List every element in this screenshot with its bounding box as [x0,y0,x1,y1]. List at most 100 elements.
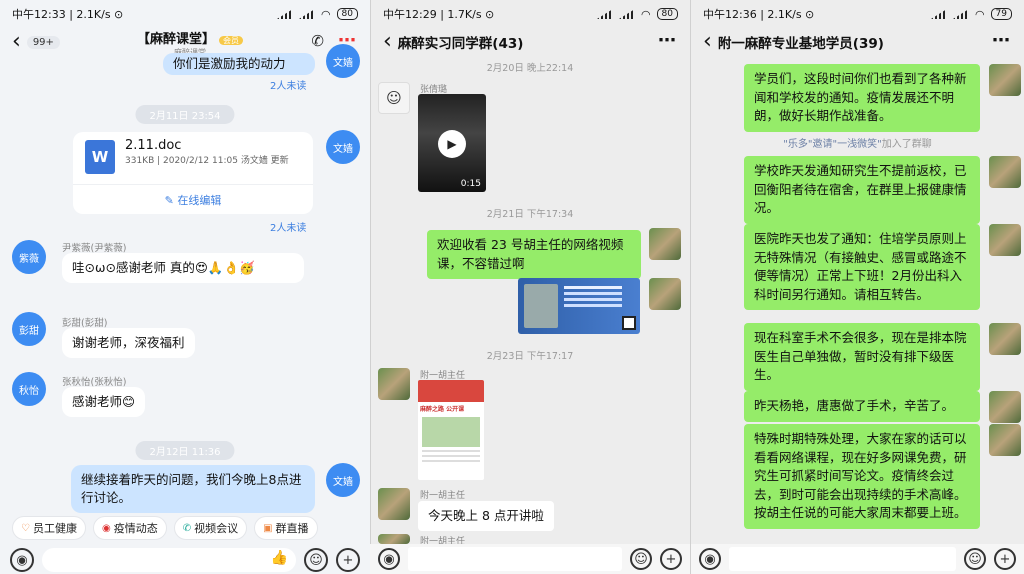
avatar-self[interactable]: 文嫱 [326,44,360,78]
news-icon: ◉ [101,522,111,534]
avatar-self[interactable] [989,424,1021,456]
edit-online-label: 在线编辑 [177,194,222,207]
quick-epidemic[interactable]: ◉ 疫情动态 [92,516,167,540]
time-divider: 2月12日 11:36 [135,441,235,460]
battery-icon: 80 [336,8,358,20]
net-speed: 1.7K/s [447,8,482,21]
net-speed: 2.1K/s [767,8,802,21]
file-name: 2.11.doc [125,138,182,153]
wifi-icon: ◠ [640,7,651,21]
video-call-icon: ✆ [182,522,192,534]
plus-icon[interactable]: + [660,548,682,570]
message-input[interactable] [729,547,956,571]
message-bubble-other[interactable]: 哇⊙ω⊙感谢老师 真的😍🙏👌🥳 [62,253,304,283]
battery-icon: 80 [656,8,678,20]
avatar-self[interactable] [989,323,1021,355]
notice-text: 加入了群聊 [881,139,932,150]
message-bubble-other[interactable]: 谢谢老师，深夜福利 [62,328,195,358]
message-input[interactable] [408,547,622,571]
message-bubble-self[interactable]: 医院昨天也发了通知：住培学员原则上无特殊情况（有接触史、感冒或路途不便等情况）正… [744,224,980,310]
signal-icon [930,9,947,19]
chat-title: 麻醉实习同学群(43) [397,36,524,52]
avatar-self[interactable]: 文嫱 [326,130,360,164]
emoji-icon[interactable]: ☺ [964,548,986,570]
status-bar: 中午12:29 | 1.7K/s ⊙ ◠ 80 [371,0,690,28]
signal-icon-2 [618,9,635,19]
thumbs-up-icon[interactable]: 👍 [271,550,288,566]
back-icon[interactable]: ‹ [383,31,392,53]
signal-icon [596,9,613,19]
chat-header: ‹ 附一麻醉专业基地学员(39) ⋯ [691,28,1024,56]
chat-title: 附一麻醉专业基地学员(39) [717,36,884,52]
phone-call-icon[interactable]: ✆ [311,32,324,50]
chat-header: ‹ 麻醉实习同学群(43) ⋯ [371,28,690,56]
signal-icon [276,9,293,19]
input-bar: ◉ 👍 ☺ + [0,546,370,574]
more-icon[interactable]: ⋯ [658,30,676,51]
status-bar: 中午12:33 | 2.1K/s ⊙ ◠ 80 [0,0,370,28]
voice-icon[interactable]: ◉ [699,548,721,570]
file-card[interactable]: W 2.11.doc 331KB | 2020/2/12 11:05 汤文嫱 更… [73,132,313,214]
status-time: 中午12:29 [383,8,437,21]
message-bubble-self[interactable]: 学员们，这段时间你们也看到了各种新闻和学校发的通知。疫情发展还不明朗，做好长期作… [744,64,980,132]
plus-icon[interactable]: + [994,548,1016,570]
live-icon: ▣ [263,522,273,534]
wechat-chat-pane-base: 中午12:36 | 2.1K/s ⊙ ◠ 79 ‹ 附一麻醉专业基地学员(39)… [690,0,1024,574]
message-bubble-other[interactable]: 感谢老师😊 [62,387,146,417]
quick-label: 疫情动态 [113,522,158,535]
message-bubble-self[interactable]: 学校昨天发通知研究生不提前返校，已回衡阳者待在宿舍，在群里上报健康情况。 [744,156,980,224]
more-icon[interactable]: ⋯ [992,30,1010,51]
quick-label: 员工健康 [32,522,77,535]
avatar-qiuyi[interactable]: 秋怡 [12,372,46,406]
edit-online-button[interactable]: ✎ 在线编辑 [73,184,313,208]
plus-icon[interactable]: + [336,548,360,572]
avatar-self[interactable] [989,64,1021,96]
signal-icon-2 [298,9,315,19]
unread-badge[interactable]: 99+ [26,35,60,49]
unread-count[interactable]: 2人未读 [270,219,306,234]
avatar-self[interactable]: 文嫱 [326,463,360,497]
quick-live[interactable]: ▣ 群直播 [254,516,318,540]
message-bubble-self[interactable]: 昨天杨艳，唐惠做了手术，辛苦了。 [744,391,980,422]
emoji-icon[interactable]: ☺ [304,548,328,572]
status-icons: ◠ 80 [276,8,358,21]
wifi-icon: ◠ [974,7,985,21]
file-meta: 331KB | 2020/2/12 11:05 汤文嫱 更新 [125,156,289,166]
message-bubble-self[interactable]: 特殊时期特殊处理，大家在家的话可以看看网络课程，现在好多网课免费，研究生可抓紧时… [744,424,980,529]
chat-title: 【麻醉课堂】 [136,32,215,47]
invitee-name[interactable]: "一浅微笑" [833,139,882,150]
back-icon[interactable]: ‹ [12,31,21,53]
back-icon[interactable]: ‹ [703,31,712,53]
system-notice: "乐多"邀请"一浅微笑"加入了群聊 [691,135,1024,150]
voice-icon[interactable]: ◉ [10,548,34,572]
chat-header: ‹ 99+ 【麻醉课堂】会员 麻醉课堂 ✆ ⋯ [0,28,370,57]
voice-icon[interactable]: ◉ [378,548,400,570]
status-time: 中午12:36 [703,8,757,21]
status-bar: 中午12:36 | 2.1K/s ⊙ ◠ 79 [691,0,1024,28]
input-bar: ◉ ☺ + [691,544,1024,574]
status-icons: ◠ 79 [930,7,1012,21]
avatar-self[interactable] [989,391,1021,423]
message-bubble-self[interactable]: 现在科室手术不会很多，现在是排本院医生自己单独做，暂时没有排下级医生。 [744,323,980,391]
input-bar: ◉ ☺ + [370,544,690,574]
heart-icon: ♡ [21,522,30,534]
message-input[interactable]: 👍 [42,548,296,572]
inviter-name[interactable]: "乐多"邀请 [783,139,832,150]
net-speed: 2.1K/s [76,8,111,21]
signal-icon-2 [952,9,969,19]
quick-video-meeting[interactable]: ✆ 视频会议 [173,516,248,540]
avatar-pengtian[interactable]: 彭甜 [12,312,46,346]
quick-label: 群直播 [275,522,309,535]
avatar-self[interactable] [989,156,1021,188]
message-bubble-self[interactable]: 你们是激励我的动力 [163,53,315,75]
sender-name: 彭甜(彭甜) [62,318,108,329]
quick-actions-bar: ♡ 员工健康 ◉ 疫情动态 ✆ 视频会议 ▣ 群直播 [0,514,370,542]
avatar-ziwei[interactable]: 紫薇 [12,240,46,274]
status-icons: ◠ 80 [596,7,678,21]
unread-count[interactable]: 2人未读 [270,77,306,92]
message-bubble-self[interactable]: 继续接着昨天的问题，我们今晚上8点进行讨论。 [71,465,315,513]
avatar-self[interactable] [989,224,1021,256]
status-time: 中午12:33 [12,8,66,21]
emoji-icon[interactable]: ☺ [630,548,652,570]
quick-staff-health[interactable]: ♡ 员工健康 [12,516,86,540]
